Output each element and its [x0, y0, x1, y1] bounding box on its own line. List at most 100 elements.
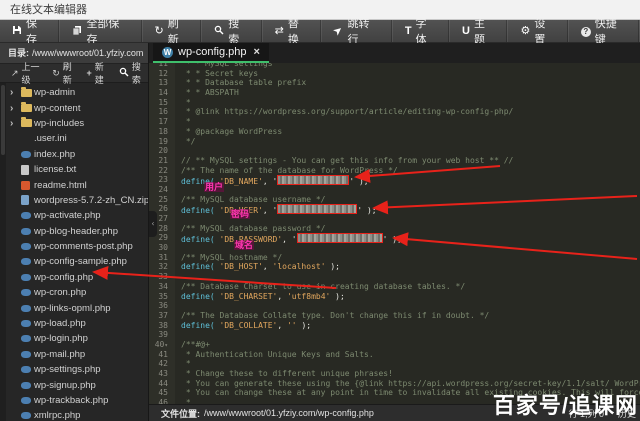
file-item[interactable]: wordpress-5.7.2-zh_CN.zip [0, 193, 148, 208]
code-line: 46 * [149, 398, 640, 404]
code-text: define( 'DB_COLLATE', '' ); [175, 321, 311, 331]
fold-arrow-icon: ▾ [164, 342, 168, 349]
file-item[interactable]: wp-signup.php [0, 377, 148, 392]
save-all-button[interactable]: 全部保存 [60, 20, 142, 42]
code-text: /** MySQL hostname */ [175, 253, 282, 263]
file-item[interactable]: wp-blog-header.php [0, 224, 148, 239]
folder-item[interactable]: ›wp-content [0, 100, 148, 115]
code-text: define( 'DB_PASSWORD', '' ); [175, 233, 402, 243]
save-button[interactable]: 保存 [0, 20, 60, 42]
search-button[interactable]: 搜索 [202, 20, 262, 42]
file-item[interactable]: readme.html [0, 177, 148, 192]
redacted-value-box [277, 175, 349, 185]
line-number: 33 [149, 272, 175, 282]
file-sidebar: 目录:/www/wwwroot/01.yfziy.com ↗上一级↻刷新+新建搜… [0, 43, 149, 421]
file-item[interactable]: index.php [0, 147, 148, 162]
file-item[interactable]: xmlrpc.php [0, 408, 148, 421]
code-text: * @package WordPress [175, 127, 282, 137]
line-number: 36 [149, 301, 175, 311]
up-icon: ↗ [11, 68, 19, 79]
file-item[interactable]: license.txt [0, 162, 148, 177]
refresh-button[interactable]: ↻刷新 [143, 20, 203, 42]
file-item[interactable]: wp-login.php [0, 331, 148, 346]
file-name: wp-includes [34, 118, 84, 129]
shortcuts-button[interactable]: ?快捷键 [569, 20, 640, 42]
code-editor[interactable]: 11 * * MySQL settings12 * * Secret keys1… [149, 63, 640, 404]
close-icon[interactable]: × [254, 46, 260, 58]
file-item[interactable]: .user.ini [0, 131, 148, 146]
line-number: 35 [149, 292, 175, 302]
file-name: wp-admin [34, 87, 75, 98]
php-file-icon [21, 412, 34, 419]
file-name: wp-login.php [34, 333, 88, 344]
plus-icon: + [86, 68, 91, 78]
file-item[interactable]: wp-config-sample.php [0, 254, 148, 269]
file-name: wp-config-sample.php [34, 256, 127, 267]
chevron-right-icon: › [10, 87, 21, 98]
tab-wp-config[interactable]: W wp-config.php × [153, 43, 269, 63]
file-item[interactable]: wp-load.php [0, 316, 148, 331]
replace-button[interactable]: ⇄替换 [263, 20, 323, 42]
refresh-icon: ↻ [52, 68, 60, 79]
php-file-icon [21, 258, 34, 265]
file-name: wp-config.php [34, 272, 93, 283]
code-line: 28/** MySQL database password */ [149, 224, 640, 234]
folder-item[interactable]: › wp-includes [0, 116, 148, 131]
php-file-icon [21, 397, 34, 404]
file-item[interactable]: wp-cron.php [0, 285, 148, 300]
status-bar: 文件位置: /www/wwwroot/01.yfziy.com/wp-confi… [149, 404, 640, 421]
file-item[interactable]: wp-config.php [0, 270, 148, 285]
save-all-icon [72, 25, 82, 38]
line-number: 42 [149, 359, 175, 369]
file-item[interactable]: wp-activate.php [0, 208, 148, 223]
file-item[interactable]: wp-trackback.php [0, 393, 148, 408]
font-button[interactable]: T字体 [393, 20, 450, 42]
line-number: 20 [149, 146, 175, 156]
file-name: wordpress-5.7.2-zh_CN.zip [34, 195, 148, 206]
folder-icon [21, 89, 34, 97]
goto-line-button[interactable]: ➤跳转行 [322, 20, 393, 42]
line-number: 22 [149, 166, 175, 176]
file-item[interactable]: wp-links-opml.php [0, 300, 148, 315]
file-item[interactable]: wp-mail.php [0, 347, 148, 362]
search-icon [119, 67, 129, 79]
code-text: /** MySQL database password */ [175, 224, 326, 234]
sidebar-collapse-handle[interactable]: ‹ [149, 211, 157, 237]
directory-path: /www/wwwroot/01.yfziy.com [32, 48, 143, 58]
sidebar-scrollbar[interactable] [0, 83, 6, 421]
history-button[interactable]: 历史 [618, 407, 636, 420]
line-number: 21 [149, 156, 175, 166]
code-text [175, 214, 181, 224]
code-line: 31/** MySQL hostname */ [149, 253, 640, 263]
line-number: 16 [149, 107, 175, 117]
settings-button[interactable]: ⚙设置 [508, 20, 568, 42]
code-line: 17 * [149, 117, 640, 127]
code-line: 24 [149, 185, 640, 195]
code-text: */ [175, 137, 195, 147]
help-icon: ? [581, 25, 591, 37]
line-number: 40▾ [149, 340, 175, 350]
file-item[interactable]: wp-settings.php [0, 362, 148, 377]
line-number: 34 [149, 282, 175, 292]
code-line: 23define( 'DB_NAME', '' ); [149, 175, 640, 185]
theme-button[interactable]: U主题 [450, 20, 508, 42]
directory-label: 目录: [8, 48, 29, 58]
file-name: index.php [34, 149, 75, 160]
code-line: 26define( 'DB_USER', '' ); [149, 204, 640, 214]
chevron-right-icon: › [10, 118, 21, 129]
code-line: 21// ** MySQL settings - You can get thi… [149, 156, 640, 166]
line-number: 19 [149, 137, 175, 147]
file-name: wp-settings.php [34, 364, 101, 375]
code-line: 36 [149, 301, 640, 311]
file-name: wp-activate.php [34, 210, 101, 221]
code-line: 29define( 'DB_PASSWORD', '' ); [149, 233, 640, 243]
goto-icon: ➤ [334, 25, 343, 37]
code-text: define( 'DB_HOST', 'localhost' ); [175, 262, 340, 272]
file-item[interactable]: wp-comments-post.php [0, 239, 148, 254]
file-name: wp-trackback.php [34, 395, 108, 406]
file-name: wp-blog-header.php [34, 226, 118, 237]
folder-item[interactable]: › wp-admin [0, 85, 148, 100]
file-tree[interactable]: › wp-admin ›wp-content › wp-includes .user.in… [0, 83, 148, 421]
code-line: 35define( 'DB_CHARSET', 'utf8mb4' ); [149, 292, 640, 302]
line-number: 43 [149, 369, 175, 379]
